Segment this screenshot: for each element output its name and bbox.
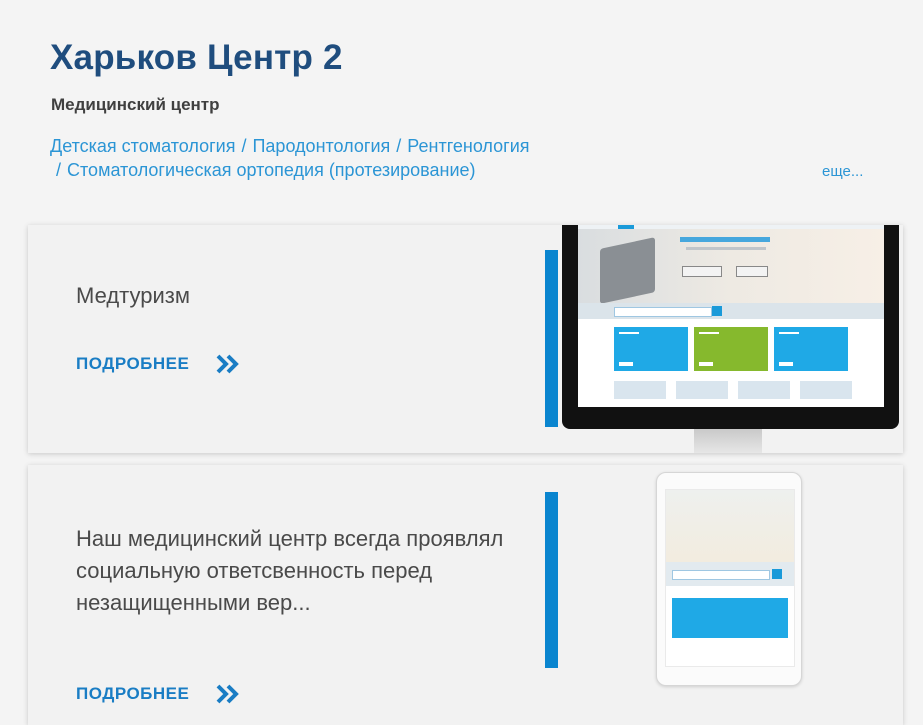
read-more-button[interactable]: ПОДРОБНЕЕ xyxy=(76,683,241,705)
mockup-laptop-graphic xyxy=(600,237,655,304)
mockup-tile xyxy=(774,327,848,371)
specialty-link-prosthodontics[interactable]: Стоматологическая ортопедия (протезирова… xyxy=(67,160,476,180)
service-card-social: Наш медицинский центр всегда проявлял со… xyxy=(28,465,903,725)
mockup-footer-box xyxy=(800,381,852,399)
mockup-footer-box xyxy=(738,381,790,399)
mockup-hero-text xyxy=(686,247,766,250)
monitor-screen xyxy=(578,225,884,407)
mockup-tile xyxy=(672,598,788,638)
specialty-link-pediatric-dentistry[interactable]: Детская стоматология xyxy=(50,136,235,156)
mockup-tile xyxy=(614,327,688,371)
double-chevron-right-icon xyxy=(216,354,240,374)
accent-bar xyxy=(545,250,558,427)
tag-separator: / xyxy=(56,160,62,180)
mockup-footer-box xyxy=(676,381,728,399)
monitor-stand xyxy=(694,429,762,453)
monitor-frame xyxy=(562,225,899,429)
more-specialties-link[interactable]: еще... xyxy=(822,163,863,180)
service-card-medtourism: Медтуризм ПОДРОБНЕЕ xyxy=(28,225,903,453)
mockup-search-button xyxy=(772,569,782,579)
tag-separator: / xyxy=(241,136,247,156)
tag-separator: / xyxy=(396,136,402,156)
mockup-nav-active xyxy=(618,225,634,229)
read-more-label: ПОДРОБНЕЕ xyxy=(76,684,190,703)
mockup-search-box xyxy=(672,570,770,580)
mockup-hero xyxy=(666,490,794,562)
mockup-hero-button xyxy=(736,266,768,277)
clinic-header: Харьков Центр 2 Медицинский центр Детска… xyxy=(0,0,923,222)
specialty-list: Детская стоматология / Пародонтология / Рент… xyxy=(50,134,750,182)
double-chevron-right-icon xyxy=(216,684,240,704)
specialty-link-radiology[interactable]: Рентгенология xyxy=(407,136,529,156)
read-more-label: ПОДРОБНЕЕ xyxy=(76,354,190,373)
clinic-type: Медицинский центр xyxy=(51,95,220,114)
card-text: Медтуризм xyxy=(76,283,190,308)
tablet-screen xyxy=(665,489,795,667)
mockup-search-box xyxy=(614,307,712,317)
card-text: Наш медицинский центр всегда проявлял со… xyxy=(76,526,504,615)
accent-bar xyxy=(545,492,558,668)
clinic-title: Харьков Центр 2 xyxy=(50,38,343,77)
monitor-website-mockup xyxy=(559,225,899,453)
mockup-tile xyxy=(694,327,768,371)
mockup-hero-button xyxy=(682,266,722,277)
mockup-hero-title xyxy=(680,237,770,242)
mockup-search-button xyxy=(712,306,722,316)
mockup-footer-box xyxy=(614,381,666,399)
specialty-link-periodontology[interactable]: Пародонтология xyxy=(252,136,390,156)
tablet-website-mockup xyxy=(656,472,802,686)
read-more-button[interactable]: ПОДРОБНЕЕ xyxy=(76,353,241,375)
